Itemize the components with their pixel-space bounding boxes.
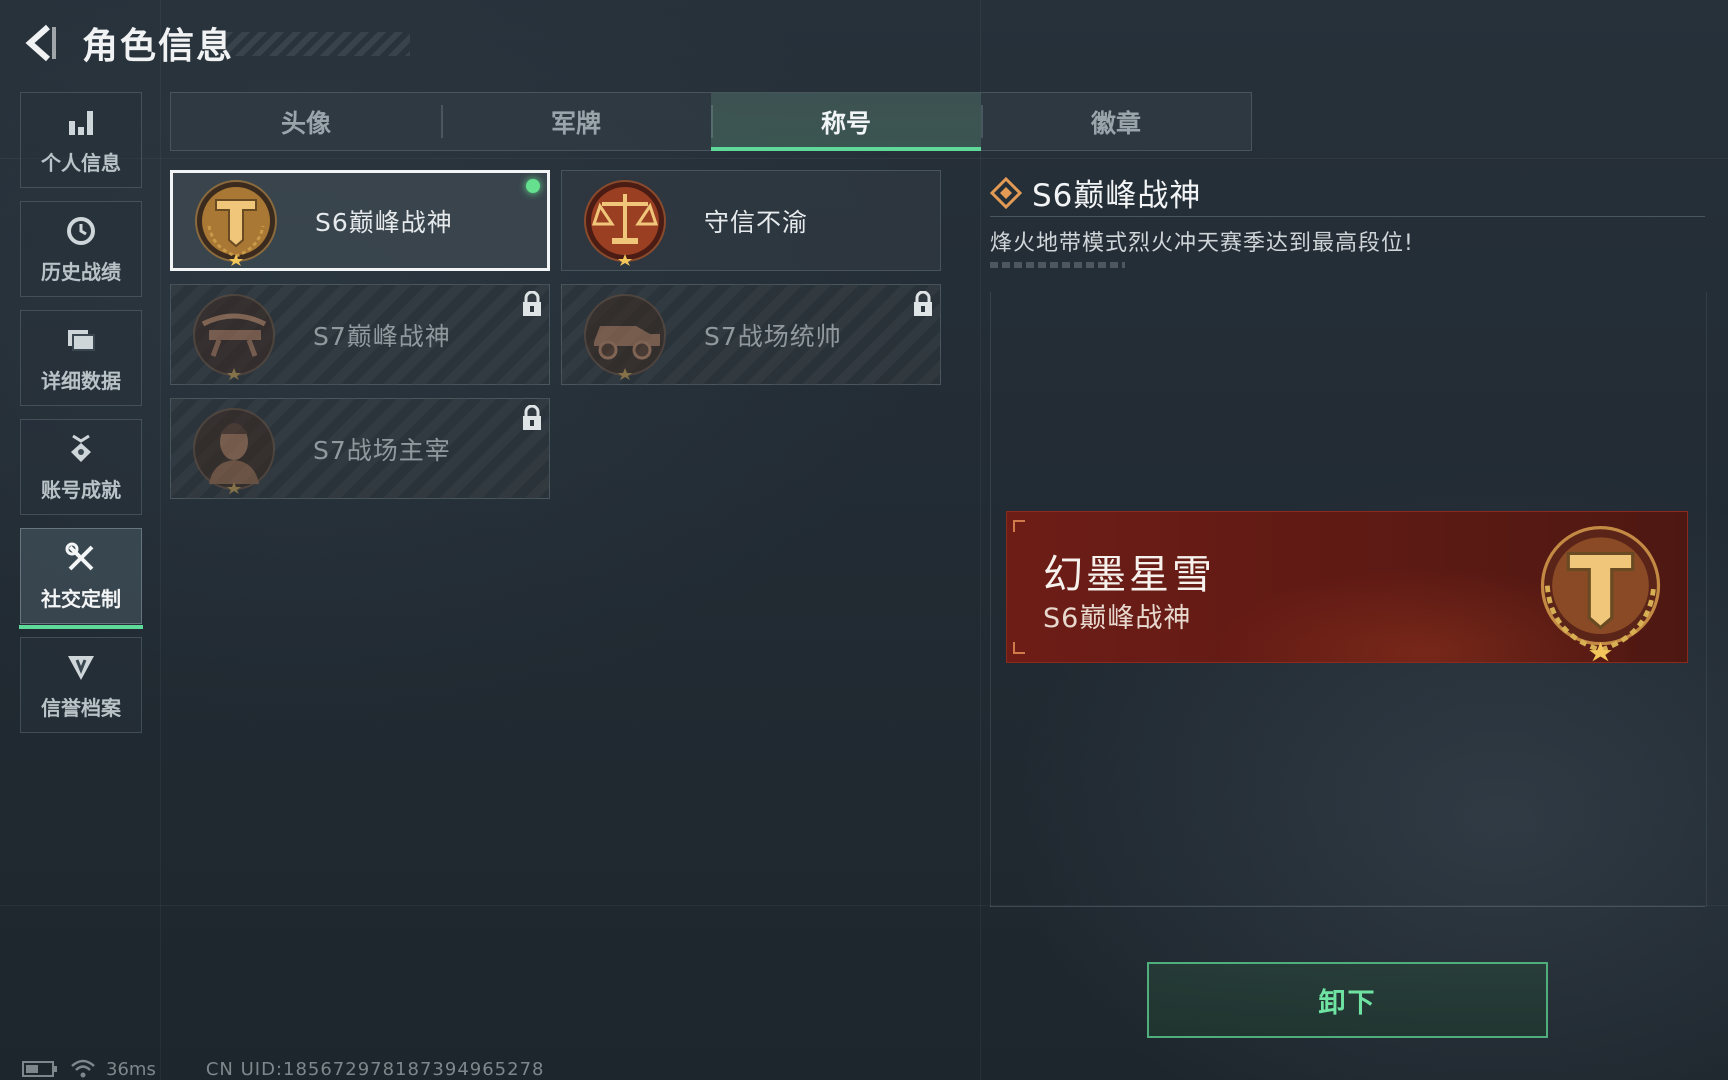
player-name: 幻墨星雪 <box>1043 552 1215 598</box>
sidebar-item-label: 账号成就 <box>41 477 121 502</box>
detail-decoration <box>990 262 1125 268</box>
sidebar-item-label: 个人信息 <box>41 150 121 175</box>
title-card[interactable]: S6巅峰战神 <box>170 170 550 271</box>
sidebar-item-label: 历史战绩 <box>41 259 121 284</box>
title-name: 守信不渝 <box>704 207 809 237</box>
lock-icon <box>523 405 541 430</box>
lock-icon <box>523 291 541 316</box>
preview-title: S6巅峰战神 <box>1043 603 1192 634</box>
sidebar-item-social-customization[interactable]: 社交定制 <box>19 528 143 629</box>
back-arrow-icon <box>25 24 56 62</box>
title-name: S7战场统帅 <box>704 321 842 351</box>
header: 角色信息 <box>20 18 234 68</box>
category-tabs: 头像 军牌 称号 徽章 <box>170 92 1252 151</box>
status-bar: 36ms CN UID:185672978187394965278 <box>22 1058 545 1080</box>
tools-icon <box>65 542 94 570</box>
sidebar-item-label: 信誉档案 <box>41 695 121 720</box>
banner-corner <box>1013 520 1025 532</box>
tab-title[interactable]: 称号 <box>711 93 981 151</box>
sidebar: 个人信息 历史战绩 详细数据 账号成就 社交定制 信誉档案 <box>19 92 144 746</box>
title-name: S7巅峰战神 <box>313 321 451 351</box>
sidebar-item-achievements[interactable]: 账号成就 <box>20 419 142 515</box>
bar-chart-icon <box>69 110 93 135</box>
shield-badge-icon <box>68 655 94 680</box>
tab-dog-tag[interactable]: 军牌 <box>441 93 711 150</box>
sidebar-item-credit-record[interactable]: 信誉档案 <box>20 637 142 733</box>
vehicle-emblem-icon <box>584 293 666 380</box>
unequip-button[interactable]: 卸下 <box>1147 962 1548 1038</box>
sidebar-item-label: 社交定制 <box>41 586 121 611</box>
soldier-emblem-icon <box>193 407 275 494</box>
title-card[interactable]: 守信不渝 <box>561 170 941 271</box>
medal-icon <box>71 434 91 462</box>
detail-title: S6巅峰战神 <box>1032 178 1202 214</box>
title-preview-banner: 幻墨星雪 S6巅峰战神 <box>1006 511 1688 663</box>
banner-corner <box>1013 642 1025 654</box>
hammer-emblem-icon <box>195 179 277 266</box>
lock-icon <box>914 291 932 316</box>
title-name: S6巅峰战神 <box>315 207 453 237</box>
user-uid: CN UID:185672978187394965278 <box>205 1058 545 1080</box>
sidebar-item-personal-info[interactable]: 个人信息 <box>20 92 142 188</box>
divider <box>990 216 1705 217</box>
header-decoration <box>225 32 410 56</box>
page-title: 角色信息 <box>82 26 235 67</box>
folder-icon <box>68 329 95 351</box>
sidebar-item-history[interactable]: 历史战绩 <box>20 201 142 297</box>
detail-description: 烽火地带模式烈火冲天赛季达到最高段位! <box>990 231 1414 256</box>
title-card[interactable]: S7战场主宰 <box>170 398 550 499</box>
title-card[interactable]: S7巅峰战神 <box>170 284 550 385</box>
tab-avatar[interactable]: 头像 <box>171 93 441 150</box>
diamond-icon <box>990 176 1022 209</box>
equipped-indicator <box>526 179 540 193</box>
title-name: S7战场主宰 <box>313 435 451 465</box>
detail-header: S6巅峰战神 <box>990 170 1201 215</box>
wifi-icon <box>71 1059 95 1078</box>
ping-value: 36ms <box>106 1058 156 1080</box>
title-card[interactable]: S7战场统帅 <box>561 284 941 385</box>
crossbow-emblem-icon <box>193 293 275 380</box>
sidebar-item-detailed-data[interactable]: 详细数据 <box>20 310 142 406</box>
clock-icon <box>67 216 95 245</box>
hammer-emblem-icon <box>1540 526 1661 662</box>
battery-icon <box>22 1061 57 1077</box>
tab-badge[interactable]: 徽章 <box>981 93 1251 150</box>
scales-emblem-icon <box>584 179 666 266</box>
sidebar-item-label: 详细数据 <box>41 368 121 393</box>
back-button[interactable] <box>20 21 64 65</box>
divider <box>990 906 1705 907</box>
